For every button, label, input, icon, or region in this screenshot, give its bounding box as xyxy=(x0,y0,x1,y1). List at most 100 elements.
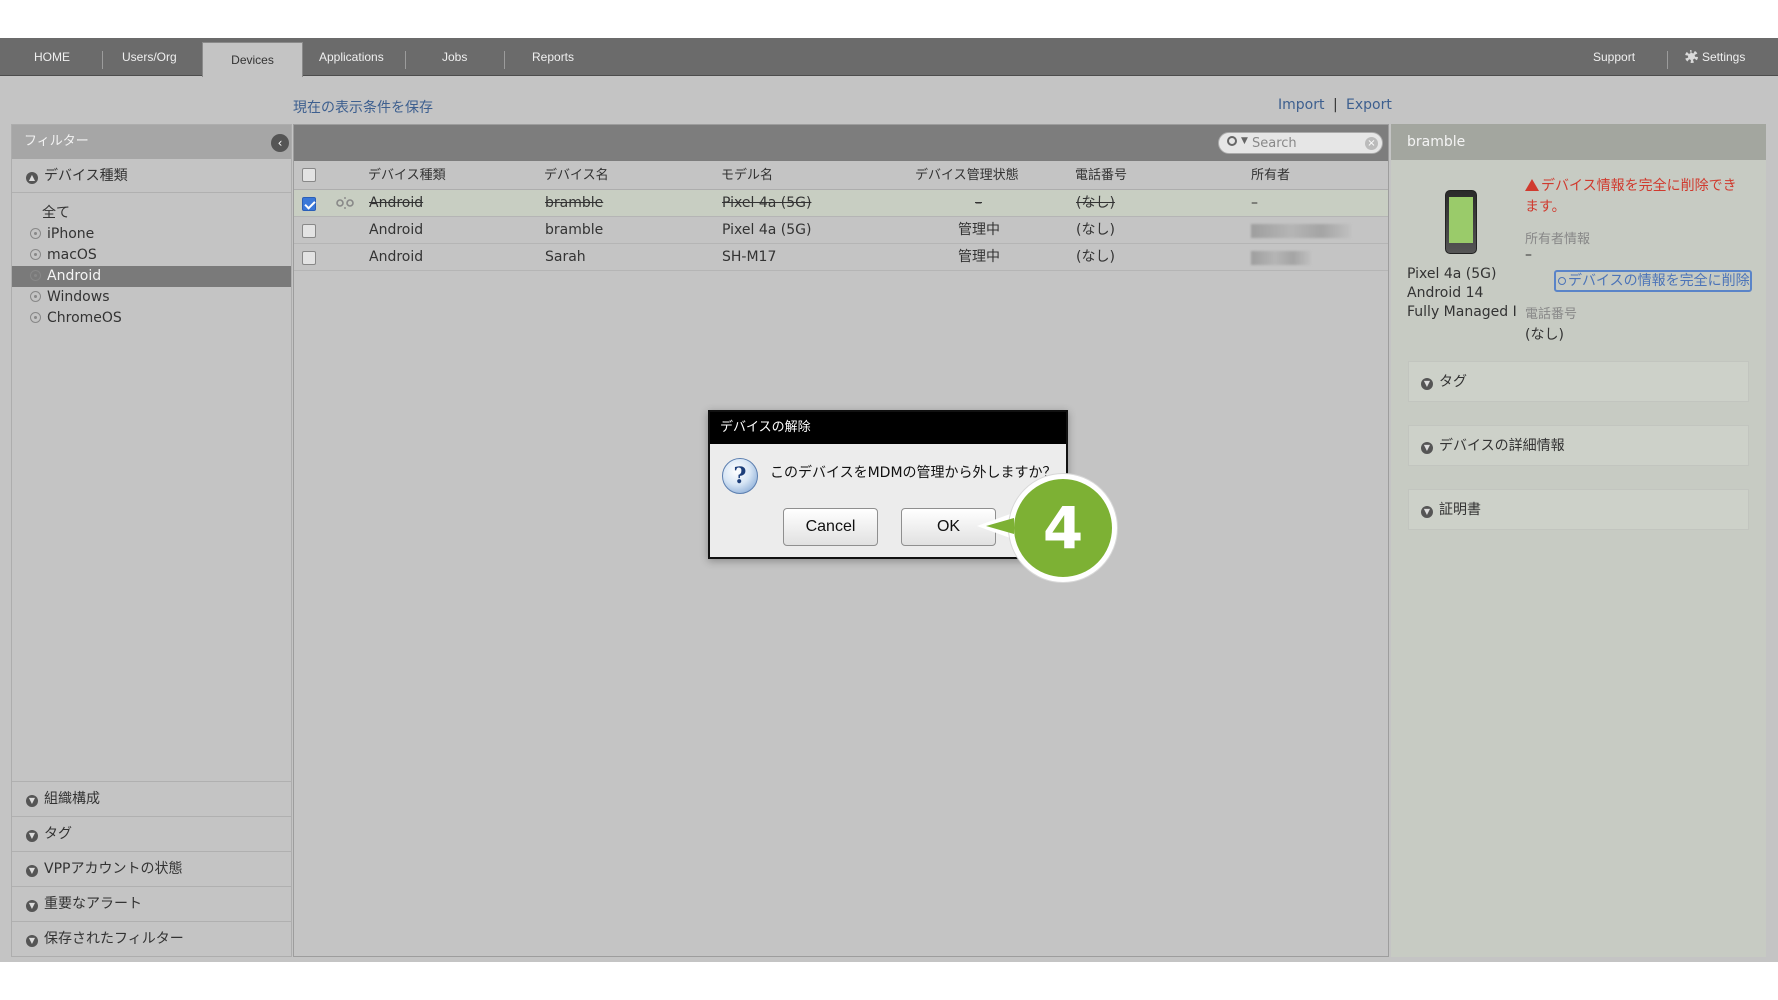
row-checkbox[interactable] xyxy=(302,251,316,265)
table-row[interactable]: Android Sarah SH-M17 管理中 (なし) xyxy=(294,244,1388,271)
tab-reports[interactable]: Reports xyxy=(532,38,574,76)
critical-alerts-section[interactable]: ▼ 重要なアラート xyxy=(12,886,291,921)
search-icon xyxy=(1227,136,1237,146)
cancel-button[interactable]: Cancel xyxy=(783,508,878,546)
filter-item-windows[interactable]: Windows xyxy=(12,287,291,308)
column-header-model[interactable]: モデル名 xyxy=(721,161,773,190)
filter-panel: フィルター ‹ ▲ デバイス種類 全て iPhone macOS Android … xyxy=(11,124,292,957)
cell-device-type: Android xyxy=(369,249,424,265)
filter-item-label: 全て xyxy=(42,205,70,221)
org-structure-section[interactable]: ▼ 組織構成 xyxy=(12,781,291,816)
cell-management-status: 管理中 xyxy=(958,249,1000,265)
vpp-account-section[interactable]: ▼ VPPアカウントの状態 xyxy=(12,851,291,886)
filter-item-label: Android xyxy=(47,268,102,284)
radio-icon xyxy=(30,228,41,239)
tab-jobs[interactable]: Jobs xyxy=(442,38,467,76)
filter-item-label: Windows xyxy=(47,289,110,305)
column-header-owner[interactable]: 所有者 xyxy=(1251,161,1290,190)
tag-section[interactable]: ▼ タグ xyxy=(12,816,291,851)
section-label: 重要なアラート xyxy=(44,896,142,912)
search-input[interactable]: ▼ Search × xyxy=(1218,132,1383,154)
device-type-section-header[interactable]: ▲ デバイス種類 xyxy=(12,159,291,193)
row-checkbox[interactable] xyxy=(302,224,316,238)
link-separator: | xyxy=(1333,97,1338,113)
section-label: VPPアカウントの状態 xyxy=(44,861,183,877)
callout-pointer-fill xyxy=(986,518,1014,534)
cell-management-status: – xyxy=(975,195,982,211)
collapse-left-icon[interactable]: ‹ xyxy=(271,134,289,152)
cell-model: Pixel 4a (5G) xyxy=(722,222,812,238)
column-header-device-name[interactable]: デバイス名 xyxy=(544,161,609,190)
cell-owner-redacted xyxy=(1251,251,1311,265)
nav-separator xyxy=(504,51,505,69)
gear-icon xyxy=(1685,50,1698,63)
section-label: 保存されたフィルター xyxy=(44,931,184,947)
tab-applications[interactable]: Applications xyxy=(319,38,384,76)
filter-item-android[interactable]: Android xyxy=(12,266,291,287)
import-link[interactable]: Import xyxy=(1278,97,1324,113)
device-details-accordion[interactable]: ▼ デバイスの詳細情報 xyxy=(1408,425,1749,466)
filter-item-iphone[interactable]: iPhone xyxy=(12,224,291,245)
chevron-up-icon: ▲ xyxy=(26,172,38,184)
warning-icon xyxy=(1525,179,1539,191)
search-placeholder: Search xyxy=(1252,136,1297,151)
tag-accordion[interactable]: ▼ タグ xyxy=(1408,361,1749,402)
wipe-device-button[interactable]: デバイスの情報を完全に削除 xyxy=(1554,270,1752,292)
filter-item-chromeos[interactable]: ChromeOS xyxy=(12,308,291,329)
device-mode: Fully Managed I xyxy=(1407,304,1517,320)
nav-separator xyxy=(102,51,103,69)
chevron-down-icon: ▼ xyxy=(26,900,38,912)
certificate-accordion[interactable]: ▼ 証明書 xyxy=(1408,489,1749,530)
chevron-down-icon: ▼ xyxy=(1421,506,1433,518)
nav-separator xyxy=(405,51,406,69)
table-toolbar: ▼ Search × xyxy=(294,125,1388,161)
section-label: 組織構成 xyxy=(44,791,100,807)
column-header-device-type[interactable]: デバイス種類 xyxy=(368,161,446,190)
device-os: Android 14 xyxy=(1407,285,1484,301)
chevron-down-icon: ▼ xyxy=(26,830,38,842)
tab-devices[interactable]: Devices xyxy=(202,42,303,77)
unlink-icon xyxy=(336,197,354,209)
export-link[interactable]: Export xyxy=(1346,97,1392,113)
settings-link[interactable]: Settings xyxy=(1685,38,1745,76)
chevron-down-icon: ▼ xyxy=(26,935,38,947)
table-row[interactable]: Android bramble Pixel 4a (5G) 管理中 (なし) xyxy=(294,217,1388,244)
detail-panel-title: bramble xyxy=(1391,124,1766,160)
chevron-down-icon: ▼ xyxy=(1421,378,1433,390)
table-row[interactable]: Android bramble Pixel 4a (5G) – (なし) – xyxy=(294,190,1388,217)
column-header-phone[interactable]: 電話番号 xyxy=(1075,161,1127,190)
dialog-message: このデバイスをMDMの管理から外しますか？ xyxy=(770,465,1057,481)
filter-item-label: ChromeOS xyxy=(47,310,122,326)
filter-item-all[interactable]: 全て xyxy=(12,203,291,224)
select-all-checkbox[interactable] xyxy=(302,168,316,182)
radio-icon xyxy=(30,291,41,302)
owner-info-value: – xyxy=(1525,247,1532,263)
phone-number-label: 電話番号 xyxy=(1525,307,1578,322)
saved-filters-section[interactable]: ▼ 保存されたフィルター xyxy=(12,921,291,956)
phone-number-value: (なし) xyxy=(1525,327,1564,343)
nav-separator xyxy=(1667,51,1668,69)
chevron-down-icon: ▼ xyxy=(1421,442,1433,454)
cell-device-name: Sarah xyxy=(545,249,586,265)
cell-device-type: Android xyxy=(369,222,424,238)
radio-icon xyxy=(30,270,41,281)
dialog-title: デバイスの解除 xyxy=(710,412,1066,444)
clear-search-icon[interactable]: × xyxy=(1365,137,1378,150)
cell-device-type: Android xyxy=(369,195,424,211)
accordion-label: タグ xyxy=(1439,374,1467,390)
tab-users-org[interactable]: Users/Org xyxy=(122,38,177,76)
filter-item-macos[interactable]: macOS xyxy=(12,245,291,266)
row-checkbox[interactable] xyxy=(302,197,316,211)
step-callout-badge: 4 xyxy=(1009,474,1117,582)
accordion-label: デバイスの詳細情報 xyxy=(1439,438,1565,454)
column-header-management-status[interactable]: デバイス管理状態 xyxy=(915,161,1019,190)
tab-home[interactable]: HOME xyxy=(34,38,70,76)
owner-info-label: 所有者情報 xyxy=(1525,232,1591,247)
cell-phone: (なし) xyxy=(1076,222,1115,238)
radio-icon xyxy=(30,249,41,260)
radio-icon xyxy=(30,312,41,323)
save-view-link[interactable]: 現在の表示条件を保存 xyxy=(293,97,433,117)
support-link[interactable]: Support xyxy=(1593,38,1635,76)
cell-model: Pixel 4a (5G) xyxy=(722,195,812,211)
phone-screen xyxy=(1449,197,1473,243)
